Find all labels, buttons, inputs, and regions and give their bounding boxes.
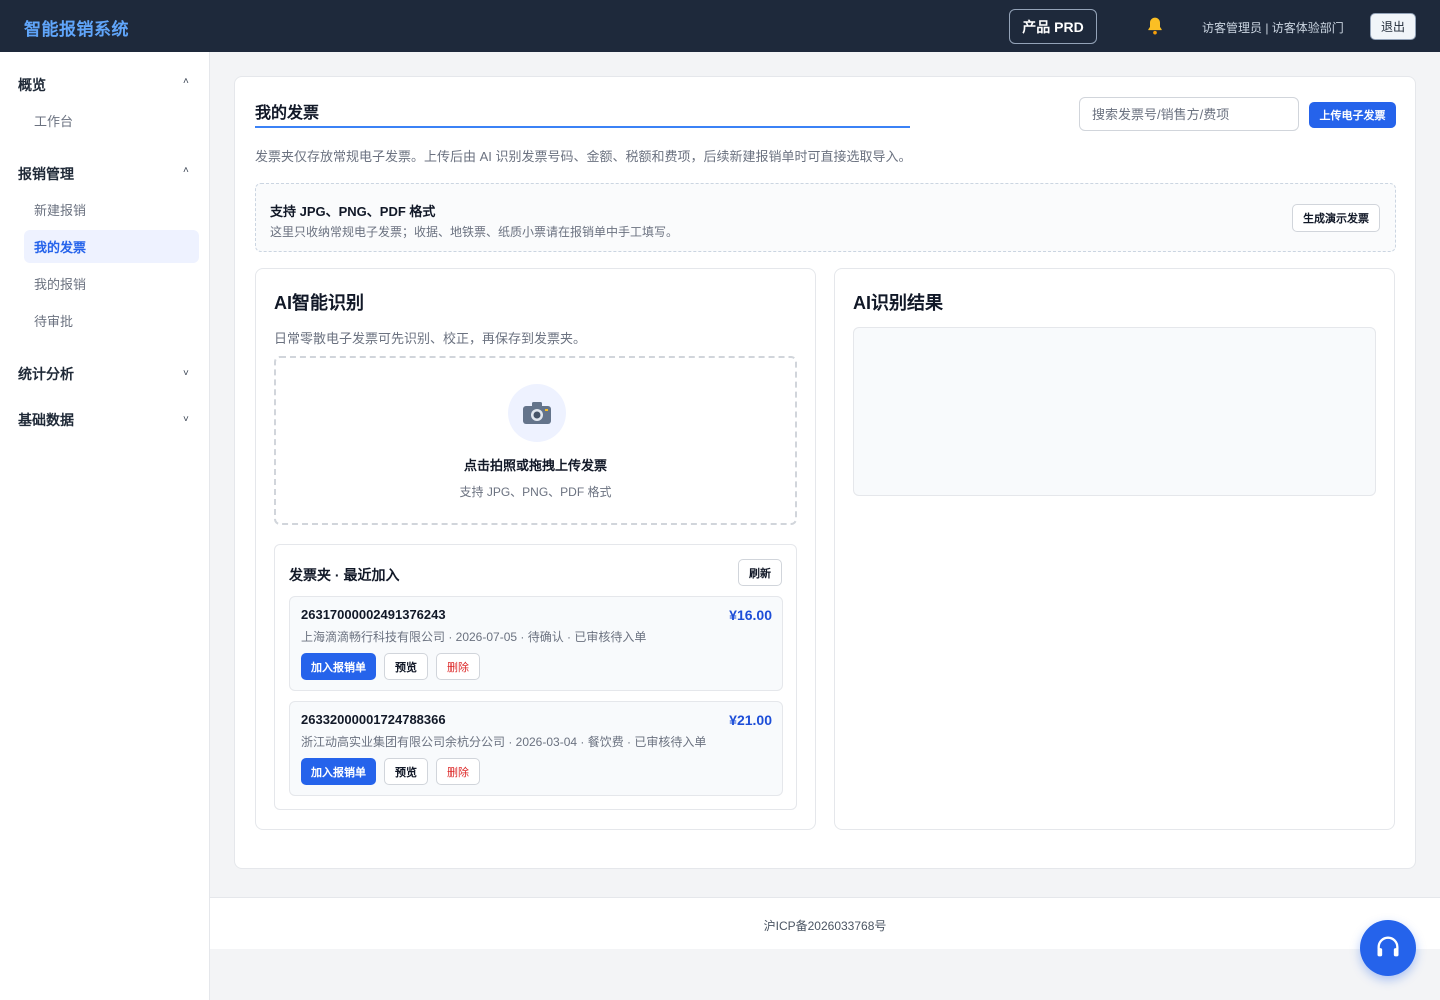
sidebar-item-workbench[interactable]: 工作台 — [24, 104, 199, 137]
sidebar-item-my-reimbursements[interactable]: 我的报销 — [24, 267, 199, 300]
page-title: 我的发票 — [255, 105, 320, 122]
chevron-down-icon[interactable]: ˅ — [183, 414, 189, 425]
sidebar-group-statistics[interactable]: 统计分析 — [18, 364, 74, 384]
sidebar-item-pending-approval[interactable]: 待审批 — [24, 304, 199, 337]
preview-button[interactable]: 预览 — [384, 653, 428, 680]
invoice-folder: 发票夹 · 最近加入 刷新 26317000002491376243 ¥16.0… — [274, 544, 797, 810]
delete-button[interactable]: 删除 — [436, 758, 480, 785]
upload-dropzone[interactable]: 点击拍照或拖拽上传发票 支持 JPG、PNG、PDF 格式 — [274, 356, 797, 525]
delete-button[interactable]: 删除 — [436, 653, 480, 680]
invoice-number: 26332000001724788366 — [301, 712, 446, 727]
sidebar-group-reimbursement[interactable]: 报销管理 — [18, 164, 74, 184]
bell-icon[interactable] — [1145, 16, 1165, 41]
invoice-number: 26317000002491376243 — [301, 607, 446, 622]
logout-button[interactable]: 退出 — [1370, 13, 1416, 40]
invoice-meta: 浙江动高实业集团有限公司余杭分公司 · 2026-03-04 · 餐饮费 · 已… — [301, 735, 707, 749]
page-description: 发票夹仅存放常规电子发票。上传后由 AI 识别发票号码、金额、税额和费项，后续新… — [255, 149, 912, 164]
ai-recognition-panel: AI智能识别 日常零散电子发票可先识别、校正，再保存到发票夹。 点击拍照或拖拽上… — [255, 268, 816, 830]
sidebar-group-overview[interactable]: 概览 — [18, 75, 46, 95]
sidebar-group-basic-data[interactable]: 基础数据 — [18, 410, 74, 430]
ai-result-title: AI识别结果 — [853, 293, 943, 313]
dropzone-title: 点击拍照或拖拽上传发票 — [463, 458, 607, 473]
preview-button[interactable]: 预览 — [384, 758, 428, 785]
refresh-button[interactable]: 刷新 — [738, 559, 782, 586]
brand-title[interactable]: 智能报销系统 — [24, 15, 129, 40]
add-to-reimbursement-button[interactable]: 加入报销单 — [301, 758, 376, 785]
invoice-amount: ¥21.00 — [729, 712, 772, 728]
invoice-search-input[interactable] — [1079, 97, 1299, 131]
add-to-reimbursement-button[interactable]: 加入报销单 — [301, 653, 376, 680]
ai-result-area — [853, 327, 1376, 496]
sidebar-item-new-reimbursement[interactable]: 新建报销 — [24, 193, 199, 226]
sidebar: 概览 ˄ 工作台 报销管理 ˄ 新建报销 我的发票 我的报销 待审批 统计分析 … — [0, 52, 210, 1000]
generate-demo-invoice-button[interactable]: 生成演示发票 — [1292, 204, 1380, 232]
chevron-up-icon[interactable]: ˄ — [183, 76, 189, 87]
chevron-down-icon[interactable]: ˅ — [183, 368, 189, 379]
main-card: 我的发票 上传电子发票 发票夹仅存放常规电子发票。上传后由 AI 识别发票号码、… — [234, 76, 1416, 869]
invoice-folder-title: 发票夹 · 最近加入 — [289, 567, 400, 583]
ai-recognition-title: AI智能识别 — [274, 293, 364, 313]
dropzone-subtitle: 支持 JPG、PNG、PDF 格式 — [459, 485, 612, 499]
product-prd-button[interactable]: 产品 PRD — [1009, 9, 1097, 44]
invoice-card: 26332000001724788366 ¥21.00 浙江动高实业集团有限公司… — [289, 701, 783, 796]
icp-record[interactable]: 沪ICP备2026033768号 — [210, 917, 1440, 934]
sidebar-item-my-invoices[interactable]: 我的发票 — [24, 230, 199, 263]
format-notice-subtitle: 这里只收纳常规电子发票；收据、地铁票、纸质小票请在报销单中手工填写。 — [270, 225, 679, 239]
format-notice: 支持 JPG、PNG、PDF 格式 这里只收纳常规电子发票；收据、地铁票、纸质小… — [255, 183, 1396, 252]
invoice-meta: 上海滴滴畅行科技有限公司 · 2026-07-05 · 待确认 · 已审核待入单 — [301, 630, 647, 644]
chevron-up-icon[interactable]: ˄ — [183, 165, 189, 176]
camera-icon — [508, 384, 566, 442]
footer: 沪ICP备2026033768号 — [210, 897, 1440, 949]
format-notice-title: 支持 JPG、PNG、PDF 格式 — [270, 204, 436, 219]
ai-result-panel: AI识别结果 — [834, 268, 1395, 830]
ai-recognition-description: 日常零散电子发票可先识别、校正，再保存到发票夹。 — [274, 331, 587, 346]
invoice-amount: ¥16.00 — [729, 607, 772, 623]
user-info[interactable]: 访客管理员 | 访客体验部门 — [1202, 19, 1344, 36]
top-bar: 智能报销系统 产品 PRD 访客管理员 | 访客体验部门 退出 — [0, 0, 1440, 52]
upload-invoice-button[interactable]: 上传电子发票 — [1309, 102, 1396, 128]
headset-icon — [1374, 933, 1402, 964]
title-underline — [255, 126, 910, 128]
invoice-card: 26317000002491376243 ¥16.00 上海滴滴畅行科技有限公司… — [289, 596, 783, 691]
support-button[interactable] — [1360, 920, 1416, 976]
